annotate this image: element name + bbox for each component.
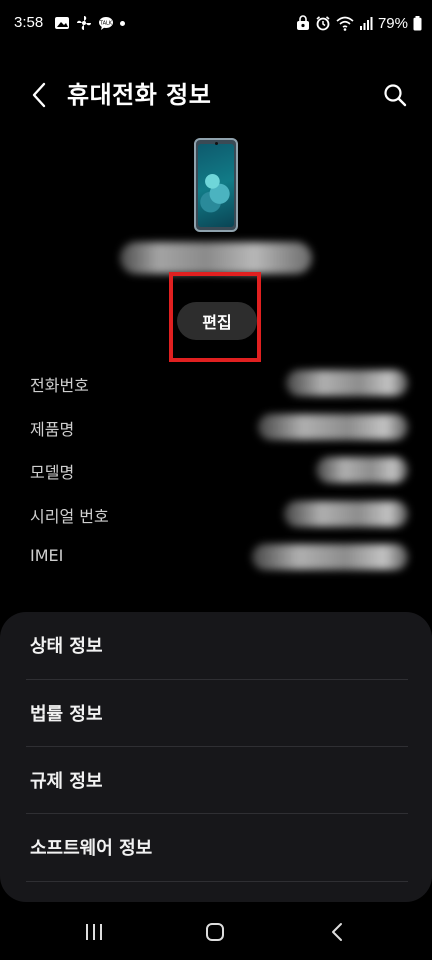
info-label: IMEI bbox=[30, 546, 64, 565]
info-value-redacted bbox=[284, 501, 408, 527]
info-row-model-name: 모델명 bbox=[0, 451, 432, 489]
info-menu-card: 상태 정보 법률 정보 규제 정보 소프트웨어 정보 bbox=[0, 612, 432, 902]
divider bbox=[26, 881, 408, 882]
status-bar: 3:58 TALK 79% bbox=[0, 0, 432, 48]
gallery-icon bbox=[55, 17, 69, 29]
status-time: 3:58 bbox=[14, 14, 44, 31]
recent-apps-icon bbox=[86, 924, 102, 940]
info-row-product-name: 제품명 bbox=[0, 408, 432, 446]
page-title: 휴대전화 정보 bbox=[67, 81, 212, 109]
device-camera bbox=[214, 142, 218, 145]
menu-item-legal-info[interactable]: 법률 정보 bbox=[0, 680, 432, 747]
battery-percentage: 79% bbox=[377, 14, 408, 32]
chat-bubble-icon: TALK bbox=[99, 16, 113, 30]
notification-dot bbox=[120, 20, 125, 26]
menu-item-label: 소프트웨어 정보 bbox=[30, 838, 153, 859]
alarm-icon bbox=[316, 16, 330, 31]
info-row-phone-number: 전화번호 bbox=[0, 364, 432, 402]
menu-item-software-info[interactable]: 소프트웨어 정보 bbox=[0, 814, 432, 881]
info-value-redacted bbox=[252, 544, 408, 570]
chevron-left-icon bbox=[32, 82, 46, 108]
device-image bbox=[194, 138, 238, 232]
menu-item-label: 법률 정보 bbox=[30, 704, 103, 725]
menu-item-label: 상태 정보 bbox=[30, 636, 103, 657]
battery-icon bbox=[413, 15, 422, 30]
svg-text:TALK: TALK bbox=[99, 20, 113, 26]
about-phone-screen: 3:58 TALK 79% 휴대전화 정보 편집 전화번호 제품명 모델명 시리… bbox=[0, 0, 432, 960]
info-row-imei: IMEI bbox=[0, 538, 432, 576]
wifi-icon bbox=[336, 16, 354, 31]
info-label: 모델명 bbox=[30, 463, 75, 482]
signal-icon bbox=[359, 17, 373, 30]
info-row-serial-number: 시리얼 번호 bbox=[0, 495, 432, 533]
menu-item-status-info[interactable]: 상태 정보 bbox=[0, 612, 432, 679]
pinwheel-icon bbox=[77, 16, 91, 30]
info-value-redacted bbox=[286, 370, 408, 396]
back-arrow-icon bbox=[332, 923, 342, 941]
edit-button[interactable]: 편집 bbox=[177, 302, 257, 340]
info-value-redacted bbox=[316, 457, 408, 483]
search-icon bbox=[384, 84, 407, 107]
device-wallpaper bbox=[198, 144, 234, 227]
info-label: 제품명 bbox=[30, 420, 75, 439]
menu-item-label: 규제 정보 bbox=[30, 771, 103, 792]
recent-apps-button[interactable] bbox=[74, 914, 114, 950]
info-label: 전화번호 bbox=[30, 376, 89, 395]
device-name-redacted bbox=[120, 242, 312, 274]
back-nav-button[interactable] bbox=[317, 914, 357, 950]
lock-alarm-icon bbox=[296, 15, 309, 30]
info-value-redacted bbox=[258, 414, 408, 440]
top-app-bar: 휴대전화 정보 bbox=[0, 72, 432, 118]
search-button[interactable] bbox=[378, 78, 412, 112]
home-button[interactable] bbox=[195, 914, 235, 950]
system-navigation-bar bbox=[0, 904, 432, 960]
menu-item-regulatory-info[interactable]: 규제 정보 bbox=[0, 747, 432, 814]
home-icon bbox=[206, 923, 224, 941]
info-label: 시리얼 번호 bbox=[30, 507, 109, 526]
back-button[interactable] bbox=[22, 78, 56, 112]
